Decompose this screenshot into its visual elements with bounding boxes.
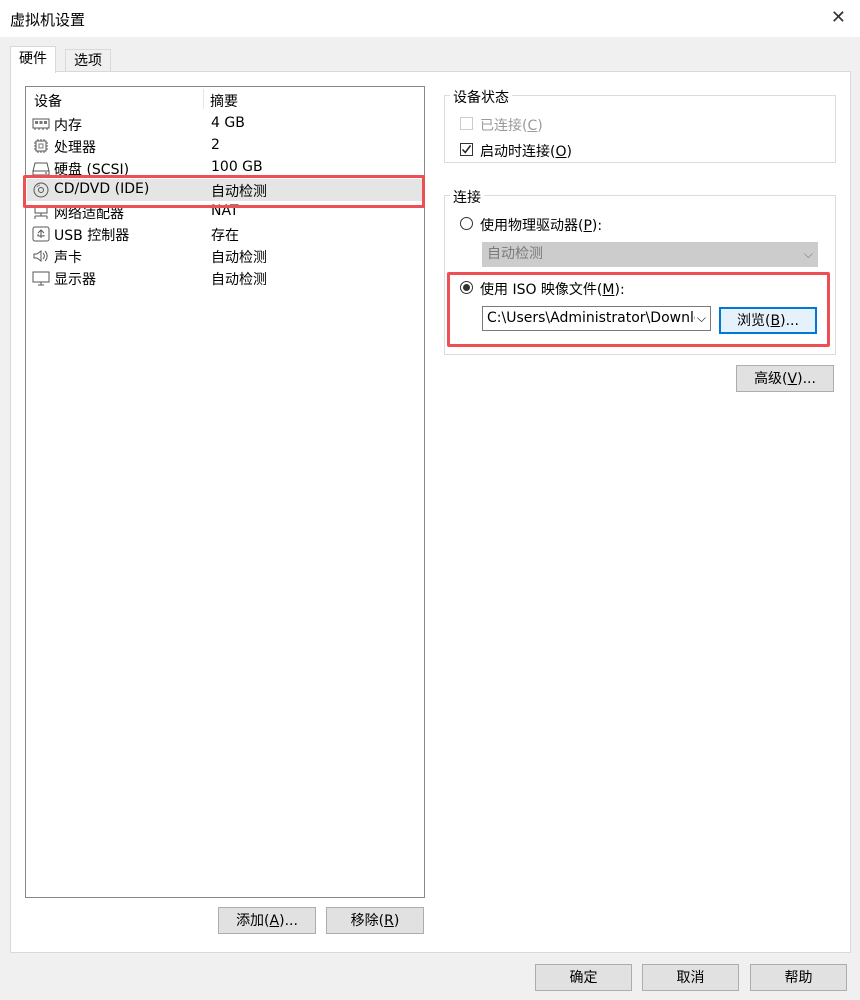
cancel-button[interactable]: 取消 [642,964,739,991]
iso-image-radio[interactable] [460,281,473,294]
device-status-title: 设备状态 [450,87,512,107]
device-row-processor[interactable]: 处理器 2 [27,135,423,157]
remove-button[interactable]: 移除(R) [326,907,424,934]
connection-title: 连接 [450,187,484,207]
device-row-harddisk[interactable]: 硬盘 (SCSI) 100 GB [27,157,423,179]
tab-options[interactable]: 选项 [65,49,111,72]
device-name: 处理器 [54,140,96,156]
device-name: 内存 [54,118,82,134]
column-header-device[interactable]: 设备 [34,91,62,111]
cd-dvd-icon [33,182,49,198]
ok-button[interactable]: 确定 [535,964,632,991]
browse-button[interactable]: 浏览(B)... [719,307,817,334]
radio-dot [463,284,470,291]
device-row-memory[interactable]: 内存 4 GB [27,113,423,135]
device-row-display[interactable]: 显示器 自动检测 [27,267,423,289]
network-adapter-icon [34,205,48,219]
connected-checkbox[interactable] [460,117,473,130]
help-button[interactable]: 帮助 [750,964,847,991]
chevron-down-icon[interactable]: ⌵ [694,307,706,330]
close-icon[interactable]: ✕ [831,7,846,28]
usb-controller-icon [32,226,50,242]
title-bar: 虚拟机设置 ✕ [0,0,860,37]
checkmark-icon [461,145,472,154]
device-row-sound-card[interactable]: 声卡 自动检测 [27,245,423,267]
display-icon [32,271,50,286]
device-summary: 自动检测 [211,272,267,288]
device-name: 显示器 [54,272,96,288]
device-row-cd-dvd[interactable]: CD/DVD (IDE) 自动检测 [27,179,423,201]
device-row-network-adapter[interactable]: 网络适配器 NAT [27,201,423,223]
processor-icon [34,139,48,153]
connect-at-power-on-label: 启动时连接(O) [480,144,572,160]
device-summary: 存在 [211,228,239,244]
memory-icon [32,118,50,130]
chevron-down-icon: ⌵ [803,247,813,261]
device-name: 网络适配器 [54,206,124,222]
device-summary: 2 [211,137,220,153]
sound-card-icon [33,250,48,262]
physical-drive-select[interactable]: 自动检测 ⌵ [482,242,818,267]
add-button[interactable]: 添加(A)... [218,907,316,934]
device-list[interactable]: 设备 摘要 内存 4 GB 处理器 2 硬盘 (SCSI) 100 GB CD/… [25,86,425,898]
tab-hardware[interactable]: 硬件 [10,46,56,73]
device-name: USB 控制器 [54,228,130,244]
advanced-button[interactable]: 高级(V)... [736,365,834,392]
device-name: CD/DVD (IDE) [54,181,150,197]
iso-path-combo[interactable]: C:\Users\Administrator\Downlo ⌵ [482,306,711,331]
device-summary: 4 GB [211,115,245,131]
physical-drive-radio[interactable] [460,217,473,230]
device-row-usb-controller[interactable]: USB 控制器 存在 [27,223,423,245]
device-name: 硬盘 (SCSI) [54,162,130,178]
iso-image-label: 使用 ISO 映像文件(M): [480,282,625,298]
column-header-summary[interactable]: 摘要 [210,91,238,111]
device-name: 声卡 [54,250,82,266]
device-summary: 100 GB [211,159,263,175]
connect-at-power-on-checkbox[interactable] [460,143,473,156]
window-title: 虚拟机设置 [10,11,86,29]
column-divider[interactable] [203,89,204,109]
device-summary: 自动检测 [211,250,267,266]
device-summary: NAT [211,203,239,219]
physical-drive-label: 使用物理驱动器(P): [480,218,603,234]
connected-label: 已连接(C) [480,118,543,134]
harddisk-icon [32,162,50,176]
device-summary: 自动检测 [211,184,267,200]
